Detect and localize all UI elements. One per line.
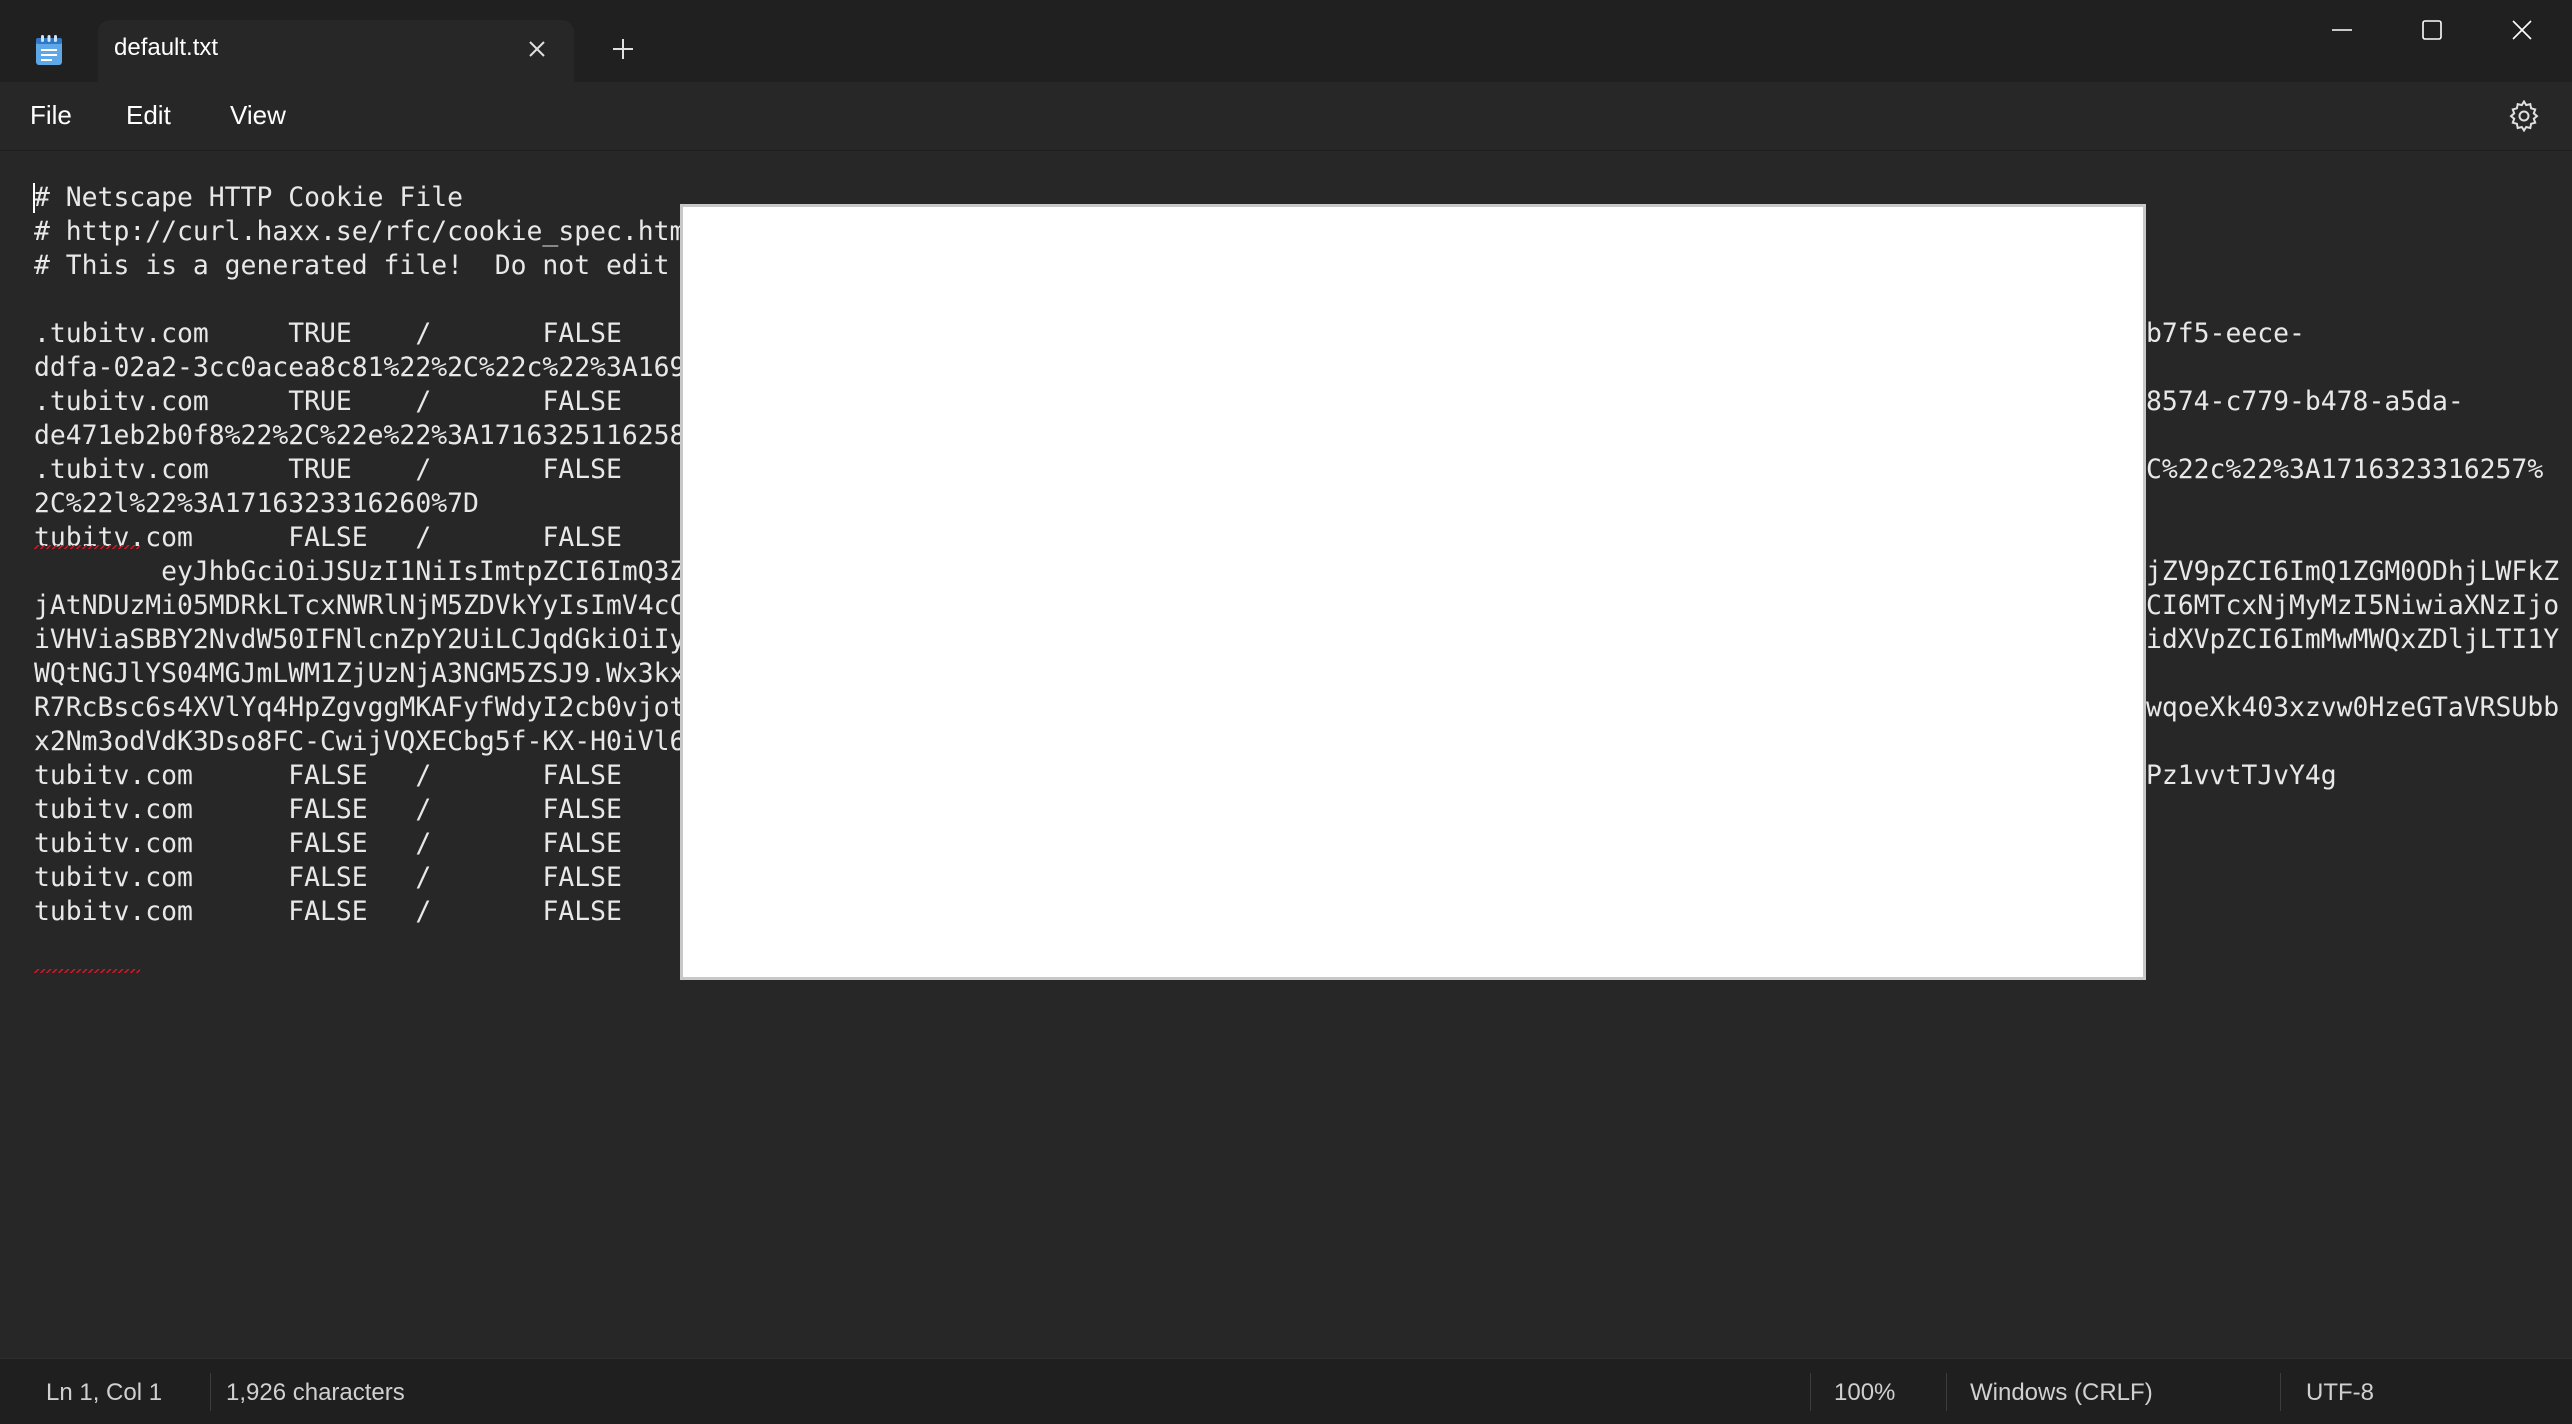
editor-fragment: wqoeXk403xzvw0HzeGTaVRSUbb: [2146, 692, 2560, 723]
notepad-window: default.txt File Edit View # Netscape HT…: [0, 0, 2572, 1424]
editor-fragment: Pz1vvtTJvY4g: [2146, 760, 2337, 791]
blank-overlay-panel: [680, 204, 2146, 980]
notepad-icon: [36, 35, 62, 65]
zoom-level[interactable]: 100%: [1834, 1379, 1895, 1407]
status-separator: [1946, 1373, 1947, 1411]
new-tab-button[interactable]: [606, 32, 640, 66]
status-bar: Ln 1, Col 1 1,926 characters 100% Window…: [0, 1358, 2572, 1424]
status-separator: [1810, 1373, 1811, 1411]
tab-default-txt[interactable]: default.txt: [98, 20, 574, 82]
menu-edit[interactable]: Edit: [120, 100, 177, 131]
encoding[interactable]: UTF-8: [2306, 1379, 2374, 1407]
editor-fragment: 8574-c779-b478-a5da-: [2146, 386, 2464, 417]
character-count: 1,926 characters: [226, 1379, 405, 1406]
status-separator: [2280, 1373, 2281, 1411]
close-icon: [2512, 20, 2532, 40]
editor-fragment: jZV9pZCI6ImQ1ZGM0ODhjLWFkZ: [2146, 556, 2560, 587]
menu-bar: File Edit View: [0, 82, 2572, 150]
editor-fragment: C%22c%22%3A1716323316257%: [2146, 454, 2544, 485]
spellcheck-underline: [34, 545, 140, 549]
title-bar[interactable]: default.txt: [0, 0, 2572, 82]
cursor-position[interactable]: Ln 1, Col 1: [46, 1379, 162, 1407]
editor-content[interactable]: # Netscape HTTP Cookie File # http://cur…: [34, 181, 685, 929]
minimize-icon: [2332, 29, 2352, 31]
editor-fragment: idXVpZCI6ImMwMWQxZDljLTI1Y: [2146, 624, 2560, 655]
close-tab-button[interactable]: [522, 34, 552, 64]
menu-file[interactable]: File: [24, 100, 78, 131]
line-ending[interactable]: Windows (CRLF): [1970, 1379, 2153, 1407]
status-separator: [210, 1373, 211, 1411]
minimize-button[interactable]: [2296, 0, 2388, 60]
plus-icon: [613, 39, 633, 59]
close-window-button[interactable]: [2476, 0, 2568, 60]
text-caret: [33, 183, 35, 213]
maximize-icon: [2422, 20, 2442, 40]
gear-icon: [2509, 100, 2539, 132]
spellcheck-underline: [34, 969, 140, 973]
close-icon: [529, 41, 545, 57]
editor-fragment: b7f5-eece-: [2146, 318, 2305, 349]
editor-fragment: CI6MTcxNjMyMzI5NiwiaXNzIjo: [2146, 590, 2560, 621]
menu-view[interactable]: View: [224, 100, 292, 131]
settings-button[interactable]: [2504, 96, 2544, 136]
tab-title: default.txt: [114, 34, 219, 61]
maximize-button[interactable]: [2386, 0, 2478, 60]
